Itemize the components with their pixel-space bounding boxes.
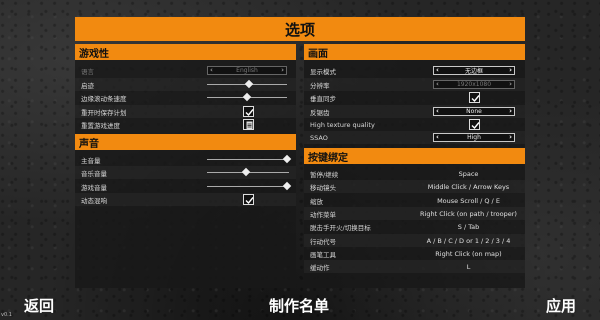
arrow-right-icon[interactable]: ›	[281, 67, 284, 74]
keybinding-key: Middle Click / Arrow Keys	[427, 182, 510, 191]
slider-track	[207, 159, 289, 160]
game-volume-label: 游戏音量	[81, 183, 107, 192]
keybinding-row[interactable]: 缩放 Mouse Scroll / Q / E	[304, 194, 525, 207]
slider-knob[interactable]	[245, 79, 254, 89]
options-screen: 选项 游戏性 语言 ‹ English › 启迹 边缘滚动条速度 重开时保存计划…	[0, 0, 600, 320]
vsync-row: 垂直同步	[304, 91, 525, 104]
texture-quality-row: High texture quality	[304, 118, 525, 131]
keybinding-row[interactable]: 移动镜头 Middle Click / Arrow Keys	[304, 180, 525, 193]
keybinding-key: Mouse Scroll / Q / E	[437, 196, 500, 205]
reset-progress-button[interactable]	[243, 119, 254, 130]
keybinding-label: 缓动作	[310, 263, 330, 272]
dynamic-reverb-label: 动态混响	[81, 196, 107, 205]
keybinding-key: Right Click (on map)	[435, 249, 502, 258]
slider-knob[interactable]	[242, 167, 251, 177]
arrow-right-icon[interactable]: ›	[509, 108, 512, 115]
graphics-header: 画面	[304, 44, 525, 60]
keybinding-label: 画笔工具	[310, 250, 336, 259]
arrow-right-icon[interactable]: ›	[509, 134, 512, 141]
resolution-select[interactable]: ‹ 1920x1080 ›	[433, 80, 515, 89]
version-label: v0.1	[1, 312, 12, 318]
pause-slider[interactable]	[207, 79, 287, 89]
display-mode-label: 显示模式	[310, 67, 336, 76]
credits-button[interactable]: 制作名单	[269, 295, 329, 316]
keybinding-row[interactable]: 缓动作 L	[304, 260, 525, 273]
edge-scroll-label: 边缘滚动条速度	[81, 94, 127, 103]
antialias-label: 反锯齿	[310, 108, 330, 117]
keybinding-row[interactable]: 行动代号 A / B / C / D or 1 / 2 / 3 / 4	[304, 234, 525, 247]
sound-header: 声音	[75, 134, 296, 150]
dynamic-reverb-row: 动态混响	[75, 193, 296, 206]
texture-quality-label: High texture quality	[310, 120, 375, 129]
slider-track	[207, 186, 289, 187]
keybinding-row[interactable]: 画笔工具 Right Click (on map)	[304, 247, 525, 260]
keybinding-key: Space	[458, 169, 479, 178]
keybinding-label: 行动代号	[310, 237, 336, 246]
keybinding-label: 脱击手开火/切换目标	[310, 223, 371, 232]
document-icon	[246, 121, 253, 130]
options-title: 选项	[75, 17, 525, 41]
restart-plan-row: 重开时保存计划	[75, 105, 296, 118]
vsync-label: 垂直同步	[310, 94, 336, 103]
edge-scroll-slider[interactable]	[207, 92, 287, 102]
keybinding-key: Right Click (on path / trooper)	[420, 209, 517, 218]
keybinding-key: S / Tab	[457, 222, 480, 231]
master-volume-slider[interactable]	[207, 154, 292, 164]
pause-label: 启迹	[81, 81, 94, 90]
language-value: English	[236, 67, 258, 74]
keybinding-row[interactable]: 动作菜单 Right Click (on path / trooper)	[304, 207, 525, 220]
ssao-select[interactable]: ‹ High ›	[433, 133, 515, 142]
checkmark-icon	[471, 122, 480, 130]
keybinding-label: 动作菜单	[310, 210, 336, 219]
keybinding-label: 移动镜头	[310, 183, 336, 192]
slider-knob[interactable]	[242, 92, 252, 102]
resolution-value: 1920x1080	[456, 81, 492, 88]
texture-quality-checkbox[interactable]	[469, 119, 480, 130]
reset-progress-row: 重置游戏进度	[75, 118, 296, 131]
arrow-right-icon[interactable]: ›	[509, 81, 512, 88]
keybinding-label: 缩放	[310, 197, 323, 206]
keybinding-key: L	[466, 262, 471, 271]
vsync-checkbox[interactable]	[469, 92, 480, 103]
checkmark-icon	[245, 109, 254, 117]
music-volume-label: 音乐音量	[81, 169, 107, 178]
keybinding-label: 暂停/继续	[310, 170, 339, 179]
display-mode-select[interactable]: ‹ 无边框 ›	[433, 66, 515, 75]
keybinding-key: A / B / C / D or 1 / 2 / 3 / 4	[426, 236, 511, 245]
antialias-select[interactable]: ‹ None ›	[433, 107, 515, 116]
ssao-value: High	[467, 134, 481, 141]
reset-progress-label: 重置游戏进度	[81, 121, 120, 130]
checkmark-icon	[245, 197, 254, 205]
display-mode-value: 无边框	[464, 68, 483, 75]
arrow-right-icon[interactable]: ›	[509, 67, 512, 74]
restart-plan-checkbox[interactable]	[243, 106, 254, 117]
music-volume-slider[interactable]	[207, 167, 289, 177]
master-volume-label: 主音量	[81, 156, 101, 165]
restart-plan-label: 重开时保存计划	[81, 108, 127, 117]
dynamic-reverb-checkbox[interactable]	[243, 194, 254, 205]
language-label: 语言	[81, 67, 94, 76]
language-select[interactable]: ‹ English ›	[207, 66, 287, 75]
back-button[interactable]: 返回	[24, 295, 54, 316]
gameplay-header: 游戏性	[75, 44, 296, 60]
apply-button[interactable]: 应用	[546, 295, 576, 316]
antialias-value: None	[466, 108, 482, 115]
keybindings-header: 按键绑定	[304, 148, 525, 164]
ssao-label: SSAO	[310, 133, 328, 142]
game-volume-slider[interactable]	[207, 181, 292, 191]
keybinding-row[interactable]: 脱击手开火/切换目标 S / Tab	[304, 220, 525, 233]
checkmark-icon	[471, 95, 480, 103]
keybinding-row[interactable]: 暂停/继续 Space	[304, 167, 525, 180]
resolution-label: 分辨率	[310, 81, 330, 90]
